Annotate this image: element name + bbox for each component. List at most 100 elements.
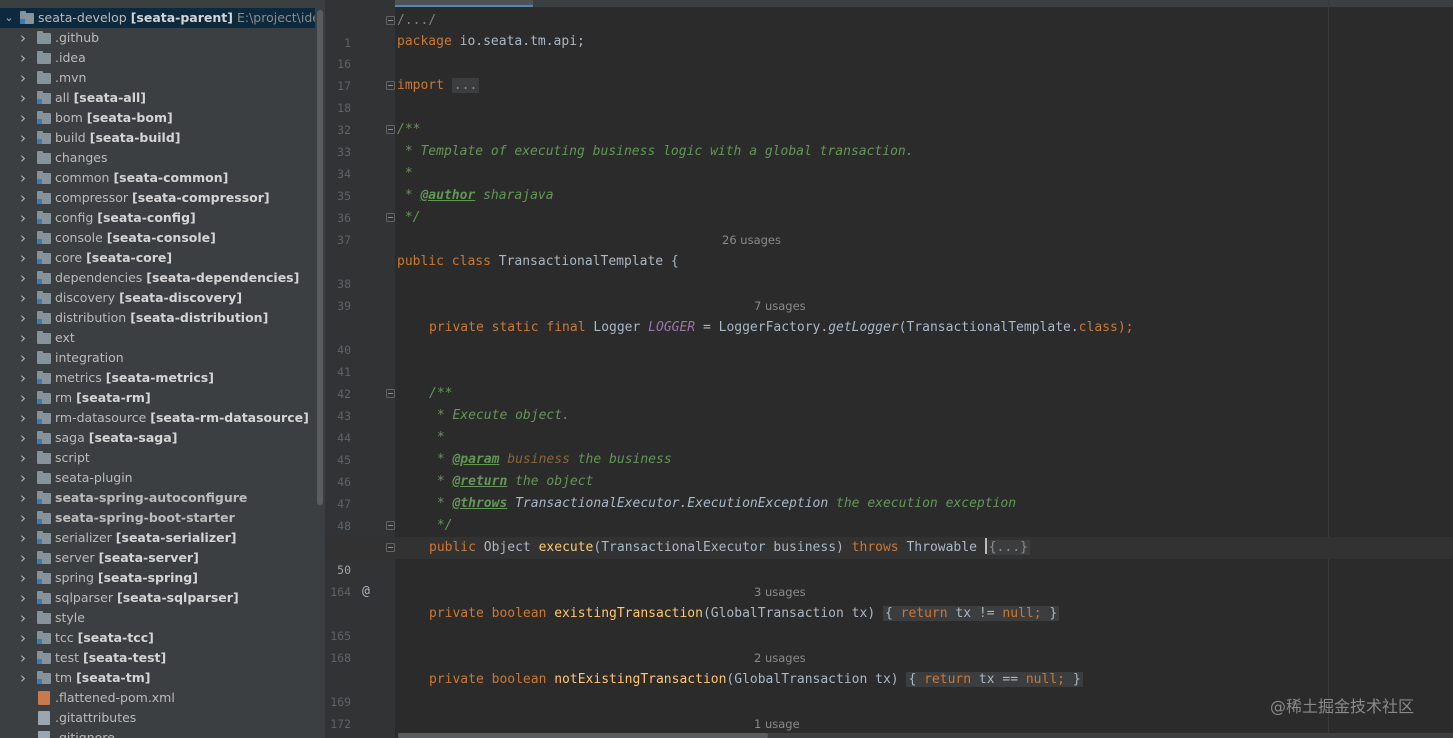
tree-item[interactable]: › .mvn	[0, 68, 315, 88]
horizontal-scrollbar[interactable]	[398, 733, 1453, 738]
code-line[interactable]: 1 /.../	[325, 10, 1453, 50]
override-marker-icon[interactable]: @	[362, 581, 370, 603]
chevron-right-icon[interactable]: ›	[16, 208, 30, 228]
code-line-current[interactable]: 50 @ public Object execute(Transactional…	[325, 537, 1453, 599]
code-line[interactable]: 48 * @throws TransactionalExecutor.Execu…	[325, 493, 1453, 533]
code-line[interactable]: 41	[325, 339, 1453, 379]
code-line[interactable]: 49 */	[325, 515, 1453, 555]
tree-item[interactable]: › discovery [seata-discovery]	[0, 288, 315, 308]
project-scrollbar[interactable]	[315, 0, 325, 738]
chevron-right-icon[interactable]: ›	[16, 608, 30, 628]
tree-item[interactable]: › script	[0, 448, 315, 468]
chevron-right-icon[interactable]: ›	[16, 288, 30, 308]
tree-item[interactable]: › distribution [seata-distribution]	[0, 308, 315, 328]
chevron-right-icon[interactable]: ›	[16, 28, 30, 48]
tree-item[interactable]: › seata-spring-autoconfigure	[0, 488, 315, 508]
tree-item[interactable]: › test [seata-test]	[0, 648, 315, 668]
code-line[interactable]: 168	[325, 625, 1453, 665]
code-line[interactable]: 33 /**	[325, 119, 1453, 159]
code-line[interactable]: 36 * @author sharajava	[325, 185, 1453, 225]
tree-item[interactable]: › sqlparser [seata-sqlparser]	[0, 588, 315, 608]
tree-item[interactable]: › seata-spring-boot-starter	[0, 508, 315, 528]
tree-item[interactable]: › rm [seata-rm]	[0, 388, 315, 408]
chevron-right-icon[interactable]: ›	[16, 528, 30, 548]
chevron-right-icon[interactable]: ›	[16, 388, 30, 408]
folded-inline-body[interactable]: { return tx == null; }	[906, 672, 1083, 687]
chevron-right-icon[interactable]: ›	[16, 68, 30, 88]
chevron-right-icon[interactable]: ›	[16, 488, 30, 508]
chevron-right-icon[interactable]: ›	[16, 588, 30, 608]
code-line[interactable]: 164	[325, 559, 1453, 599]
code-line[interactable]: 34 * Template of executing business logi…	[325, 141, 1453, 181]
fold-icon[interactable]	[386, 543, 395, 552]
horizontal-scrollbar-thumb[interactable]	[398, 733, 768, 738]
tree-item[interactable]: › saga [seata-saga]	[0, 428, 315, 448]
code-line[interactable]: 16 package io.seata.tm.api;	[325, 31, 1453, 71]
tree-item[interactable]: › rm-datasource [seata-rm-datasource]	[0, 408, 315, 428]
tree-item[interactable]: › dependencies [seata-dependencies]	[0, 268, 315, 288]
tree-item[interactable]: › serializer [seata-serializer]	[0, 528, 315, 548]
tree-item[interactable]: .gitattributes	[0, 708, 315, 728]
tree-item[interactable]: › console [seata-console]	[0, 228, 315, 248]
code-line[interactable]: 40 private static final Logger LOGGER = …	[325, 317, 1453, 357]
tree-item[interactable]: › build [seata-build]	[0, 128, 315, 148]
tree-item[interactable]: › ext	[0, 328, 315, 348]
code-line[interactable]: 37 */	[325, 207, 1453, 247]
chevron-right-icon[interactable]: ›	[16, 508, 30, 528]
fold-icon[interactable]	[386, 81, 395, 90]
folded-inline-body[interactable]: { return tx != null; }	[882, 606, 1060, 621]
code-line[interactable]: 38 public class TransactionalTemplate {	[325, 251, 1453, 291]
tree-item[interactable]: .flattened-pom.xml	[0, 688, 315, 708]
chevron-right-icon[interactable]: ›	[16, 328, 30, 348]
chevron-right-icon[interactable]: ›	[16, 308, 30, 328]
usages-hint[interactable]: 26 usages	[722, 229, 781, 251]
fold-icon[interactable]	[386, 16, 395, 25]
chevron-right-icon[interactable]: ›	[16, 428, 30, 448]
tree-item[interactable]: › seata-plugin	[0, 468, 315, 488]
tree-item[interactable]: › tcc [seata-tcc]	[0, 628, 315, 648]
chevron-right-icon[interactable]: ›	[16, 48, 30, 68]
code-line[interactable]: 17	[325, 53, 1453, 93]
tree-item[interactable]: › integration	[0, 348, 315, 368]
chevron-right-icon[interactable]: ›	[16, 408, 30, 428]
folded-method-body[interactable]: {...}	[986, 540, 1030, 555]
chevron-right-icon[interactable]: ›	[16, 88, 30, 108]
usages-hint[interactable]: 1 usage	[754, 713, 800, 735]
tree-item[interactable]: › compressor [seata-compressor]	[0, 188, 315, 208]
tree-item[interactable]: › style	[0, 608, 315, 628]
code-editor[interactable]: 1 /.../ 16 package io.seata.tm.api; 17 1…	[325, 0, 1453, 738]
chevron-right-icon[interactable]: ›	[16, 108, 30, 128]
usages-hint[interactable]: 7 usages	[754, 295, 806, 317]
tree-item[interactable]: › tm [seata-tm]	[0, 668, 315, 688]
chevron-right-icon[interactable]: ›	[16, 368, 30, 388]
tree-item[interactable]: › .github	[0, 28, 315, 48]
chevron-right-icon[interactable]: ›	[16, 468, 30, 488]
tree-item[interactable]: › bom [seata-bom]	[0, 108, 315, 128]
tree-item[interactable]: .gitignore	[0, 728, 315, 738]
code-line[interactable]: 18 import ...	[325, 75, 1453, 115]
tree-item[interactable]: › server [seata-server]	[0, 548, 315, 568]
project-scrollbar-thumb[interactable]	[317, 10, 323, 505]
code-line[interactable]: 32	[325, 97, 1453, 137]
code-line[interactable]: 39	[325, 273, 1453, 313]
tree-item[interactable]: › core [seata-core]	[0, 248, 315, 268]
code-line[interactable]: 45 *	[325, 427, 1453, 467]
code-line[interactable]: 47 * @return the object	[325, 471, 1453, 511]
chevron-right-icon[interactable]: ›	[16, 268, 30, 288]
tree-item[interactable]: › config [seata-config]	[0, 208, 315, 228]
fold-icon[interactable]	[386, 213, 395, 222]
tree-root[interactable]: ⌄ seata-develop [seata-parent] E:\projec…	[0, 8, 325, 28]
chevron-right-icon[interactable]: ›	[16, 148, 30, 168]
code-line[interactable]: 169 private boolean notExistingTransacti…	[325, 669, 1453, 709]
code-line[interactable]: 165 private boolean existingTransaction(…	[325, 603, 1453, 643]
code-line[interactable]: 35 *	[325, 163, 1453, 203]
chevron-right-icon[interactable]: ›	[16, 668, 30, 688]
tree-item[interactable]: › metrics [seata-metrics]	[0, 368, 315, 388]
tree-item[interactable]: › changes	[0, 148, 315, 168]
chevron-right-icon[interactable]: ›	[16, 348, 30, 368]
chevron-right-icon[interactable]: ›	[16, 228, 30, 248]
code-line[interactable]: 42	[325, 361, 1453, 401]
chevron-right-icon[interactable]: ›	[16, 248, 30, 268]
usages-hint[interactable]: 3 usages	[754, 581, 806, 603]
code-line[interactable]: 46 * @param business the business	[325, 449, 1453, 489]
